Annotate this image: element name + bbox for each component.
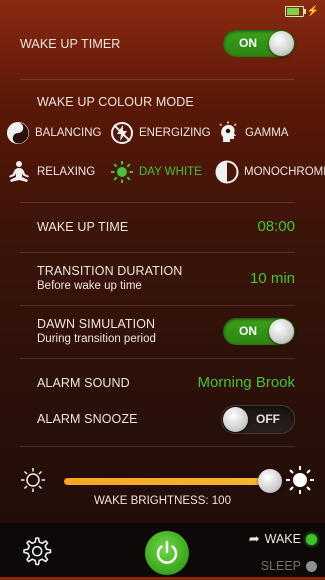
half-circle-icon — [215, 160, 239, 184]
alarm-snooze-label: ALARM SNOOZE — [37, 412, 138, 426]
mode-label: DAY WHITE — [139, 166, 202, 178]
alarm-snooze-toggle[interactable]: OFF — [221, 405, 295, 434]
transition-duration-label: TRANSITION DURATION — [37, 264, 183, 278]
divider — [20, 202, 295, 203]
gear-icon[interactable] — [20, 535, 52, 567]
mode-label: BALANCING — [35, 127, 102, 139]
divider — [20, 79, 295, 80]
mode-monochrome[interactable]: MONOCHROME — [215, 160, 325, 184]
yin-yang-icon — [7, 122, 29, 144]
mode-label: ENERGIZING — [139, 127, 211, 139]
mode-balancing[interactable]: BALANCING — [6, 121, 101, 145]
divider — [20, 305, 295, 306]
bolt-icon: ⚡ — [306, 6, 319, 17]
sun-icon — [111, 161, 133, 183]
mode-label: GAMMA — [245, 127, 289, 139]
mode-energizing[interactable]: ENERGIZING — [110, 121, 211, 145]
toggle-text: OFF — [256, 412, 280, 426]
mode-label: RELAXING — [37, 166, 96, 178]
power-button[interactable] — [145, 531, 189, 575]
meditation-icon — [9, 161, 29, 182]
dawn-simulation-row: DAWN SIMULATION During transition period… — [20, 315, 295, 347]
alarm-snooze-row: ALARM SNOOZE OFF — [20, 405, 295, 434]
status-bar: ⚡ — [284, 6, 319, 17]
brightness-slider-track[interactable] — [64, 478, 276, 485]
toggle-knob — [269, 31, 294, 56]
colour-mode-heading: WAKE UP COLOUR MODE — [37, 95, 194, 109]
divider — [20, 446, 295, 447]
wake-up-time-value[interactable]: 08:00 — [257, 218, 295, 235]
energizing-icon — [111, 122, 133, 144]
dawn-simulation-toggle[interactable]: ON — [223, 318, 295, 345]
mode-relaxing[interactable]: RELAXING — [6, 160, 95, 184]
sleep-label: SLEEP — [260, 559, 301, 573]
alarm-sound-label: ALARM SOUND — [37, 376, 130, 390]
mode-gamma[interactable]: GAMMA — [216, 121, 288, 145]
transition-duration-row[interactable]: TRANSITION DURATION Before wake up time … — [20, 264, 295, 296]
wake-up-time-row[interactable]: WAKE UP TIME 08:00 — [20, 218, 295, 238]
dawn-simulation-label: DAWN SIMULATION — [37, 317, 156, 331]
wake-up-timer-row: WAKE UP TIMER ON — [20, 30, 295, 57]
transition-duration-sublabel: Before wake up time — [37, 280, 142, 292]
wake-up-time-label: WAKE UP TIME — [37, 220, 129, 234]
wake-label: WAKE — [264, 532, 301, 546]
brightness-low-icon — [21, 468, 45, 492]
dawn-simulation-sublabel: During transition period — [37, 333, 156, 345]
transition-duration-value[interactable]: 10 min — [250, 270, 295, 287]
gamma-head-icon — [219, 121, 237, 142]
alarm-sound-value[interactable]: Morning Brook — [197, 374, 295, 391]
toggle-text: ON — [239, 36, 257, 50]
mode-day-white[interactable]: DAY WHITE — [110, 160, 202, 184]
divider — [20, 358, 295, 359]
sleep-status-dot — [306, 560, 317, 572]
toggle-knob — [223, 407, 248, 432]
brightness-slider-handle[interactable] — [258, 469, 282, 493]
mode-label: MONOCHROME — [244, 166, 325, 178]
toggle-knob — [269, 319, 294, 344]
wake-up-timer-toggle[interactable]: ON — [223, 30, 295, 57]
divider — [20, 252, 295, 253]
brightness-high-icon — [286, 466, 314, 494]
power-icon — [156, 540, 178, 564]
battery-icon — [284, 6, 306, 17]
wake-status-dot — [306, 533, 317, 545]
toggle-text: ON — [239, 324, 257, 338]
sleep-indicator[interactable]: SLEEP — [261, 559, 317, 573]
wake-brightness-label: WAKE BRIGHTNESS: 100 — [94, 495, 231, 507]
alarm-sound-row[interactable]: ALARM SOUND Morning Brook — [20, 374, 295, 394]
wake-arrow-icon: ➦ — [248, 531, 260, 546]
wake-indicator[interactable]: ➦ WAKE — [249, 531, 317, 547]
wake-up-timer-label: WAKE UP TIMER — [20, 37, 121, 51]
